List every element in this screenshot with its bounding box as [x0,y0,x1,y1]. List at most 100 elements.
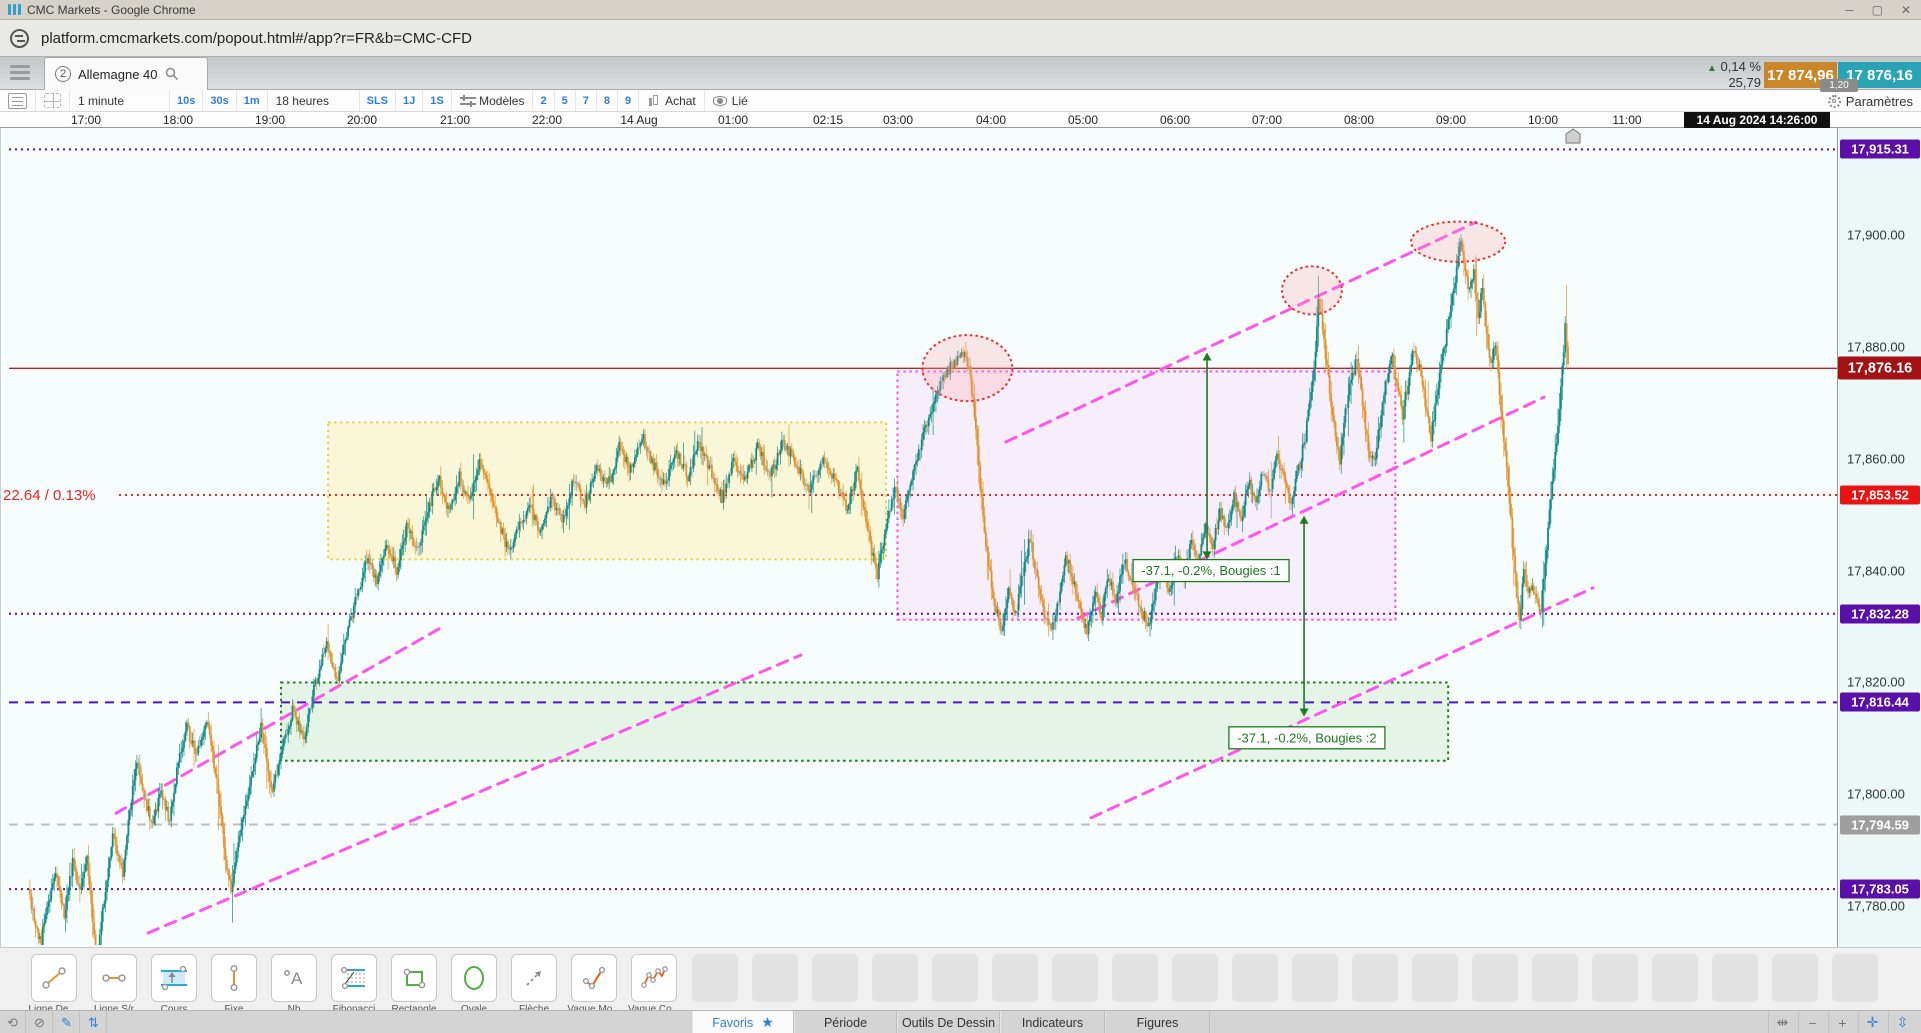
price-tick-label: 17,780.00 [1847,898,1905,914]
range-1s-button[interactable]: 1S [423,90,452,111]
price-badge-purple[interactable]: 17,783.05 [1840,879,1920,899]
models-button[interactable]: Modèles [452,90,534,111]
tool-arrow-button[interactable] [511,954,557,1002]
price-badge-purple[interactable]: 17,816.44 [1840,692,1920,712]
tool-placeholder[interactable] [1352,954,1398,1002]
tool-placeholder[interactable] [1232,954,1278,1002]
fit-horizontal-icon[interactable]: ⇹ [1768,1011,1796,1033]
chart-plot-area[interactable]: 22.64 / 0.13% -37.1, -0.2%, Bougies :1 -37… [0,128,1837,947]
bottom-tab-figures[interactable]: Figures [1105,1011,1210,1033]
model-7-button[interactable]: 7 [576,90,597,111]
circle-2-ellipse[interactable] [1280,265,1343,316]
model-5-button[interactable]: 5 [555,90,576,111]
price-badge-purple[interactable]: 17,832.28 [1840,604,1920,624]
tool-price-line-button[interactable] [151,954,197,1002]
tool-placeholder[interactable] [1292,954,1338,1002]
wave-icon [582,966,606,990]
tool-placeholder[interactable] [1412,954,1458,1002]
level-left-label: 22.64 / 0.13% [3,487,96,504]
tool-placeholder[interactable] [1592,954,1638,1002]
tool-placeholder[interactable] [812,954,858,1002]
tool-text-note-button[interactable]: A [271,954,317,1002]
time-axis-label: 01:00 [717,113,749,127]
bottom-tab-label: Figures [1136,1015,1179,1030]
url-text[interactable]: platform.cmcmarkets.com/popout.html#/app… [41,30,472,47]
fit-vertical-icon[interactable]: ⇳ [1888,1011,1916,1033]
ellipse-icon [464,966,484,990]
tool-placeholder[interactable] [1772,954,1818,1002]
price-axis[interactable]: 17,900.00 17,880.00 17,860.00 17,840.00 17,8… [1837,128,1921,947]
tool-vertical-line-button[interactable] [211,954,257,1002]
tool-placeholder[interactable] [752,954,798,1002]
minimize-icon[interactable]: ─ [1845,3,1854,17]
candlestick-chart[interactable]: 22.64 / 0.13% -37.1, -0.2%, Bougies :1 -37… [1,128,1838,947]
range-sls-button[interactable]: SLS [360,90,397,111]
close-icon[interactable]: ✕ [1901,3,1911,17]
tool-placeholder[interactable] [1712,954,1758,1002]
price-badge-red[interactable]: 17,853.52 [1840,485,1920,505]
interval-1m-button[interactable]: 1m [237,90,268,111]
search-icon[interactable] [165,67,179,81]
linked-button[interactable]: Lié [705,90,756,111]
tool-placeholder[interactable] [692,954,738,1002]
model-9-button[interactable]: 9 [618,90,640,111]
price-badge-current[interactable]: 17,876.16 [1838,356,1921,380]
model-8-button[interactable]: 8 [597,90,618,111]
time-axis-label: 21:00 [439,113,471,127]
tool-placeholder[interactable] [872,954,918,1002]
eye-icon [712,94,727,108]
bottom-tab-favoris[interactable]: Favoris ★ [692,1011,794,1033]
tool-placeholder[interactable] [932,954,978,1002]
interval-30s-button[interactable]: 30s [203,90,237,111]
zoom-in-icon[interactable]: + [1828,1011,1856,1033]
time-axis[interactable]: 17:00 18:00 19:00 20:00 21:00 22:00 14 Aug 01:0… [0,112,1921,128]
zoom-out-icon[interactable]: − [1798,1011,1826,1033]
tool-trend-line-button[interactable] [31,954,77,1002]
favorites-star-icon[interactable]: ★ [761,1014,774,1031]
price-badge-purple[interactable]: 17,915.31 [1840,139,1920,159]
bottom-tab-p-riode[interactable]: Période [794,1011,897,1033]
tool-placeholder[interactable] [1052,954,1098,1002]
instrument-tab[interactable]: 2 Allemagne 40 [44,57,208,90]
range-selector[interactable]: 18 heures [268,90,360,111]
tool-wave-button[interactable] [571,954,617,1002]
window-title: CMC Markets - Google Chrome [27,2,196,17]
menu-hamburger-icon[interactable] [10,65,30,81]
pencil-icon[interactable]: ✎ [54,1011,80,1033]
interval-selector[interactable]: 1 minute [70,90,170,111]
tool-placeholder[interactable] [1112,954,1158,1002]
tool-placeholder[interactable] [1172,954,1218,1002]
undo-icon[interactable]: ⟲ [0,1011,26,1033]
model-2-button[interactable]: 2 [533,90,555,111]
tool-multi-wave-button[interactable] [631,954,677,1002]
site-info-icon[interactable] [10,28,29,48]
tool-placeholder[interactable] [1832,954,1878,1002]
tool-horizontal-line-button[interactable] [91,954,137,1002]
tool-ellipse-button[interactable] [451,954,497,1002]
time-axis-label: 03:00 [882,113,914,127]
settings-button[interactable]: Paramètres [1827,90,1917,112]
layout-grid-button[interactable] [36,90,70,111]
tool-placeholder[interactable] [992,954,1038,1002]
tool-rectangle-button[interactable] [391,954,437,1002]
crosshair-icon[interactable]: ✛ [1858,1011,1886,1033]
maximize-icon[interactable]: ▢ [1872,3,1883,17]
tool-fibonacci-button[interactable] [331,954,377,1002]
tab-number-badge: 2 [55,66,71,82]
interval-10s-button[interactable]: 10s [170,90,204,111]
circle-3-ellipse[interactable] [1410,220,1507,263]
bottom-tab-indicateurs[interactable]: Indicateurs [1000,1011,1105,1033]
price-badge-gray[interactable]: 17,794.59 [1840,815,1920,835]
sort-arrows-icon[interactable]: ⇅ [81,1011,107,1033]
rectangle-icon [403,968,426,989]
tool-placeholder[interactable] [1652,954,1698,1002]
disable-icon[interactable]: ⊘ [27,1011,53,1033]
tool-placeholder[interactable] [1472,954,1518,1002]
buy-mode-button[interactable]: Achat [639,90,705,111]
bottom-tab-outils-de-dessin[interactable]: Outils De Dessin [897,1011,1000,1033]
range-1j-button[interactable]: 1J [396,90,424,111]
chart-list-button[interactable] [0,90,36,111]
tool-placeholder[interactable] [1532,954,1578,1002]
circle-1-ellipse[interactable] [921,334,1014,403]
event-marker-icon[interactable] [1565,128,1581,144]
